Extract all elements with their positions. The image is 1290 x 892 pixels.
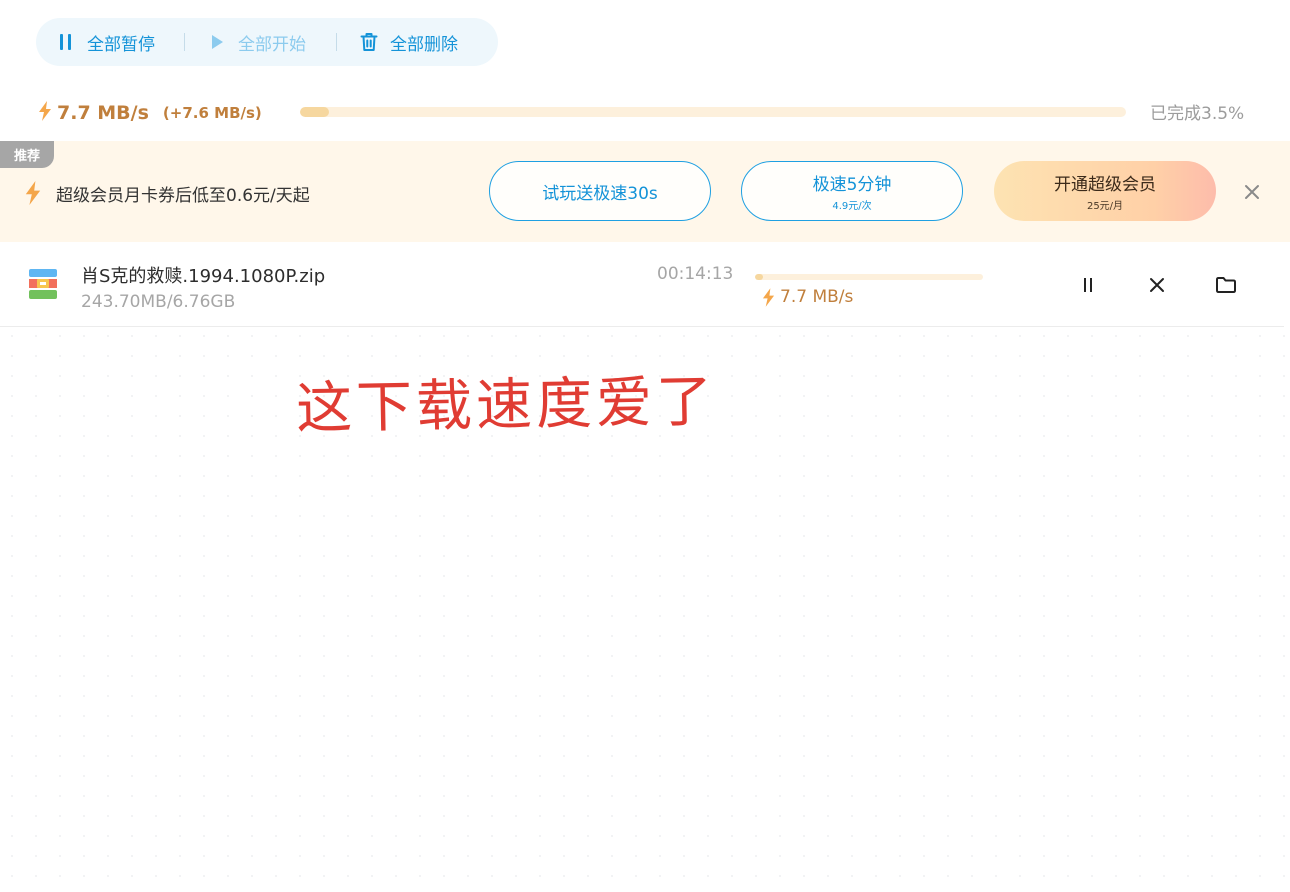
start-all-button[interactable]: 全部开始 [207, 30, 306, 55]
delete-all-label: 全部删除 [390, 34, 458, 55]
close-promo-button[interactable] [1242, 182, 1262, 202]
toolbar-divider [336, 33, 337, 51]
recommend-tag: 推荐 [0, 141, 54, 168]
cancel-download-button[interactable] [1145, 273, 1169, 297]
promo-banner: 推荐 超级会员月卡券后低至0.6元/天起 试玩送极速30s 极速5分钟 4.9元… [0, 141, 1290, 242]
play-icon [207, 31, 227, 53]
download-list-item[interactable]: 肖S克的救赎.1994.1080P.zip 243.70MB/6.76GB 00… [0, 242, 1284, 327]
overall-speed-value: 7.7 MB/s [57, 102, 149, 124]
download-toolbar: 全部暂停 全部开始 全部删除 [36, 18, 498, 66]
trial-boost-label: 试玩送极速30s [542, 183, 658, 204]
time-remaining: 00:14:13 [657, 264, 734, 284]
pause-all-label: 全部暂停 [87, 34, 155, 55]
lightning-icon [38, 101, 52, 125]
lightning-icon [24, 181, 42, 209]
file-size: 243.70MB/6.76GB [81, 292, 236, 312]
toolbar-divider [184, 33, 185, 51]
pause-icon [56, 31, 76, 53]
boost-5min-button[interactable]: 极速5分钟 4.9元/次 [741, 161, 963, 221]
lightning-icon [762, 287, 775, 307]
open-super-vip-button[interactable]: 开通超级会员 25元/月 [994, 161, 1216, 221]
start-all-label: 全部开始 [238, 34, 306, 55]
folder-icon [1216, 277, 1236, 293]
overall-completed-label: 已完成3.5% [1150, 104, 1245, 124]
super-vip-price: 25元/月 [1086, 201, 1124, 212]
file-progress-fill [755, 274, 763, 280]
overall-progress-fill [300, 107, 329, 117]
file-progress-bar [755, 274, 983, 280]
boost-5min-label: 极速5分钟 [812, 175, 892, 195]
open-folder-button[interactable] [1214, 273, 1238, 297]
delete-all-button[interactable]: 全部删除 [359, 30, 458, 55]
file-speed-value: 7.7 MB/s [780, 287, 854, 307]
open-super-vip-label: 开通超级会员 [1054, 175, 1156, 195]
overall-speed: 7.7 MB/s (+7.6 MB/s) [38, 98, 262, 128]
trial-boost-button[interactable]: 试玩送极速30s [489, 161, 711, 221]
pause-all-button[interactable]: 全部暂停 [56, 30, 155, 55]
file-name: 肖S克的救赎.1994.1080P.zip [81, 266, 326, 287]
close-icon [1245, 185, 1259, 199]
boost-5min-price: 4.9元/次 [832, 201, 872, 212]
overall-speed-delta: (+7.6 MB/s) [162, 104, 262, 122]
file-speed: 7.7 MB/s [762, 287, 853, 307]
trash-icon [359, 31, 379, 53]
archive-file-icon [28, 268, 58, 304]
handwritten-comment: 这下载速度爱了 [295, 369, 717, 442]
promo-text: 超级会员月卡券后低至0.6元/天起 [56, 186, 310, 206]
close-icon [1150, 278, 1164, 292]
overall-progress-bar [300, 107, 1126, 117]
pause-icon [1084, 278, 1092, 292]
pause-download-button[interactable] [1076, 273, 1100, 297]
